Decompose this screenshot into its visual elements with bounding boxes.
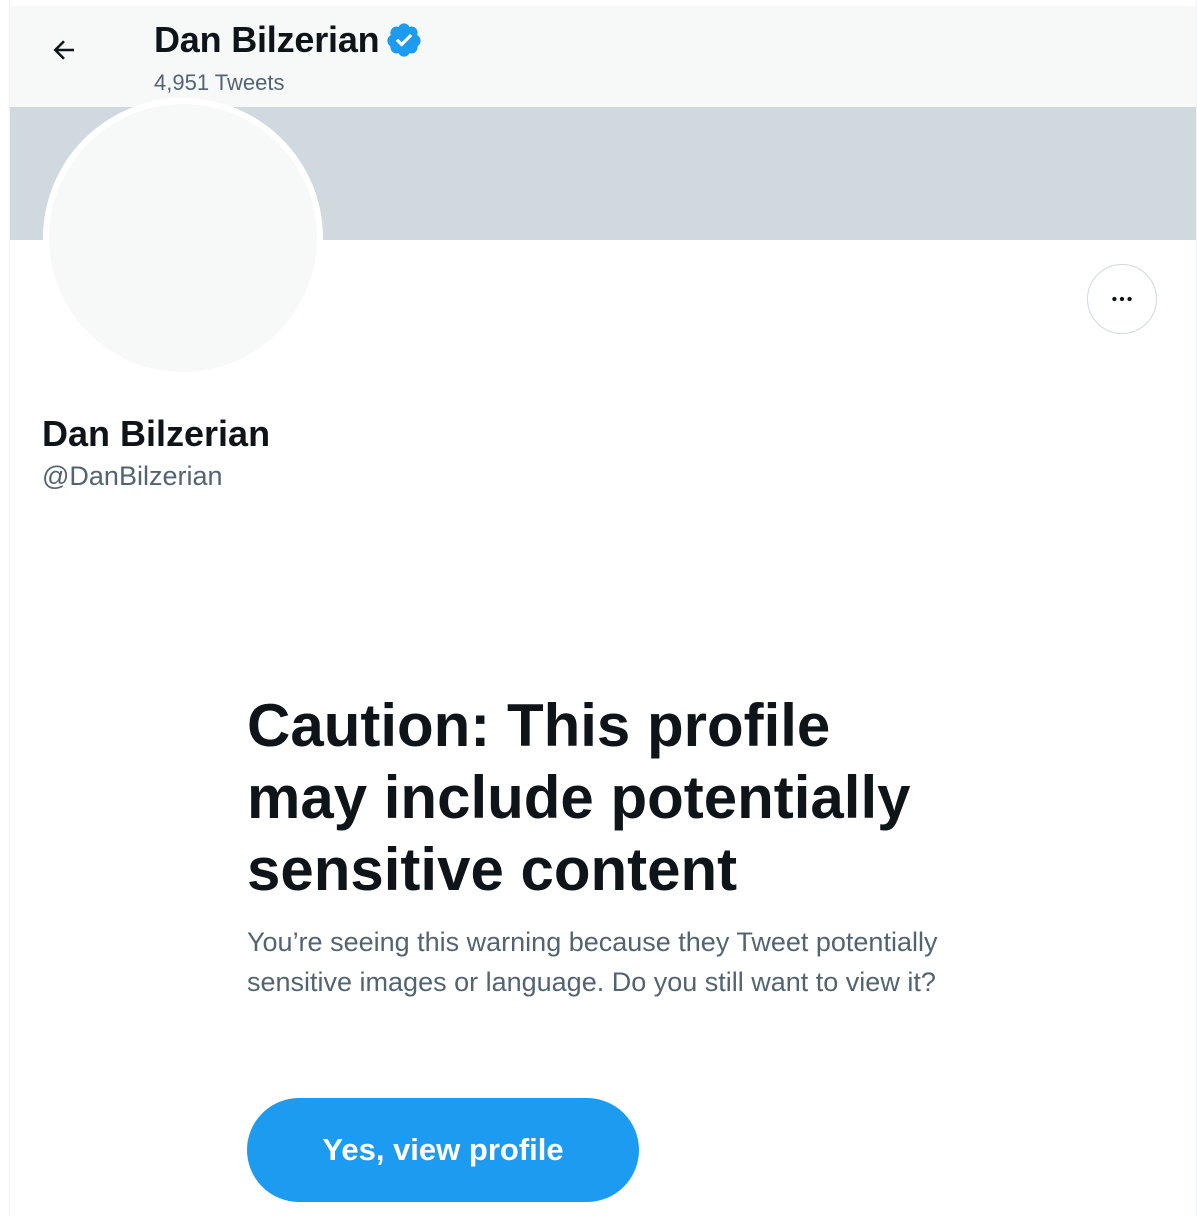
- caution-title: Caution: This profile may include potent…: [247, 692, 911, 903]
- avatar-placeholder: [49, 104, 317, 372]
- profile-header: Dan Bilzerian 4,951 Tweets: [10, 6, 1196, 107]
- view-profile-button[interactable]: Yes, view profile: [247, 1098, 639, 1202]
- avatar[interactable]: [43, 98, 323, 378]
- caution-description: You’re seeing this warning because they …: [247, 927, 938, 997]
- header-name-row: Dan Bilzerian: [154, 19, 423, 60]
- profile-page: Dan Bilzerian 4,951 Tweets Dan Bilzerian…: [0, 0, 1197, 1216]
- verified-badge-icon: [385, 21, 423, 59]
- profile-name: Dan Bilzerian: [42, 413, 271, 454]
- profile-handle: @DanBilzerian: [42, 461, 223, 491]
- arrow-left-icon: [53, 40, 74, 60]
- more-options-button[interactable]: [1087, 264, 1157, 334]
- header-name: Dan Bilzerian: [154, 19, 380, 60]
- back-button[interactable]: [44, 30, 84, 70]
- tweet-count: 4,951 Tweets: [154, 70, 285, 95]
- more-options-icon: [1112, 296, 1132, 302]
